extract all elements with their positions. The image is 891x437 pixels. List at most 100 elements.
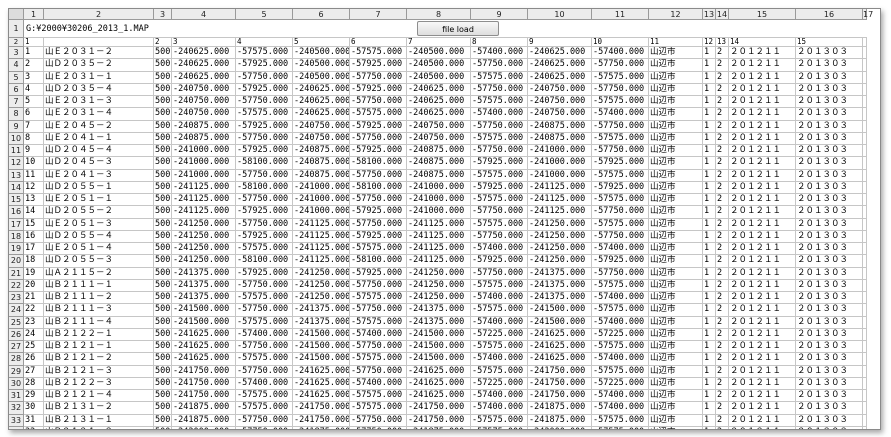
table-cell[interactable]: 9 — [24, 145, 44, 158]
table-cell[interactable]: -57750.000 — [471, 59, 528, 72]
table-cell[interactable]: 1 — [703, 377, 716, 390]
table-cell[interactable]: -240875.000 — [528, 132, 592, 145]
table-cell[interactable]: 山辺市 — [649, 145, 703, 158]
table-cell[interactable]: 500 — [154, 390, 172, 403]
table-cell[interactable]: -57750.000 — [471, 230, 528, 243]
table-cell[interactable]: -57575.000 — [592, 414, 649, 427]
table-cell[interactable]: 1 — [703, 59, 716, 72]
table-cell[interactable]: 山Ｂ２１１１－３ — [44, 304, 154, 317]
table-cell[interactable]: 山辺市 — [649, 194, 703, 207]
table-cell[interactable]: -240625.000 — [407, 108, 471, 121]
empty-cell[interactable] — [863, 255, 867, 268]
table-cell[interactable]: 山Ｅ２０３１－２ — [44, 47, 154, 60]
table-cell[interactable]: 山Ｅ２０５１－１ — [44, 194, 154, 207]
table-cell[interactable]: -240625.000 — [172, 71, 236, 84]
table-cell[interactable]: 500 — [154, 181, 172, 194]
row-header[interactable]: 6 — [9, 83, 24, 96]
table-cell[interactable]: -240750.000 — [172, 96, 236, 109]
row-header[interactable]: 24 — [9, 304, 24, 317]
empty-cell[interactable] — [863, 96, 867, 109]
table-cell[interactable]: 2 — [716, 206, 729, 219]
table-cell[interactable]: 500 — [154, 377, 172, 390]
table-cell[interactable]: -57575.000 — [236, 390, 293, 403]
table-cell[interactable]: 500 — [154, 218, 172, 231]
table-cell[interactable]: -57750.000 — [350, 169, 407, 182]
empty-cell[interactable] — [863, 292, 867, 305]
table-cell[interactable]: -241375.000 — [293, 316, 350, 329]
table-cell[interactable]: -241500.000 — [172, 316, 236, 329]
row-header[interactable]: 1 — [9, 20, 24, 38]
table-cell[interactable]: -57750.000 — [471, 206, 528, 219]
table-cell[interactable]: -240625.000 — [528, 47, 592, 60]
table-cell[interactable]: 2 — [716, 96, 729, 109]
table-cell[interactable]: -241500.000 — [293, 328, 350, 341]
table-cell[interactable]: -57925.000 — [350, 267, 407, 280]
table-cell[interactable]: 500 — [154, 59, 172, 72]
table-cell[interactable]: 23 — [24, 316, 44, 329]
table-cell[interactable]: -241250.000 — [407, 292, 471, 305]
table-cell[interactable]: -241500.000 — [293, 353, 350, 366]
empty-cell[interactable] — [863, 132, 867, 145]
table-cell[interactable]: 500 — [154, 341, 172, 354]
table-cell[interactable]: -57575.000 — [592, 304, 649, 317]
row-header[interactable]: 14 — [9, 181, 24, 194]
table-cell[interactable]: 15 — [24, 218, 44, 231]
column-header[interactable]: 13 — [703, 9, 716, 20]
row-header[interactable]: 30 — [9, 377, 24, 390]
table-cell[interactable]: 山Ｅ２０４１－３ — [44, 169, 154, 182]
row-header[interactable]: 12 — [9, 157, 24, 170]
table-cell[interactable]: ２０１２１１ — [729, 267, 796, 280]
table-cell[interactable]: 2 — [716, 414, 729, 427]
table-cell[interactable]: 500 — [154, 353, 172, 366]
empty-cell[interactable] — [863, 304, 867, 317]
table-cell[interactable]: ２０１３０３ — [796, 71, 863, 84]
table-cell[interactable]: 1 — [703, 304, 716, 317]
table-cell[interactable]: -240625.000 — [172, 47, 236, 60]
table-cell[interactable]: -57225.000 — [592, 377, 649, 390]
table-cell[interactable]: -58100.000 — [350, 157, 407, 170]
table-cell[interactable]: ２０１２１１ — [729, 96, 796, 109]
column-header[interactable]: 12 — [649, 9, 703, 20]
table-cell[interactable]: -240750.000 — [528, 108, 592, 121]
table-cell[interactable]: -57575.000 — [592, 341, 649, 354]
table-cell[interactable]: -57575.000 — [236, 316, 293, 329]
index-cell[interactable]: 3 — [172, 38, 236, 47]
table-cell[interactable]: -241750.000 — [528, 377, 592, 390]
table-cell[interactable]: 2 — [716, 328, 729, 341]
table-cell[interactable]: -57400.000 — [471, 353, 528, 366]
empty-cell[interactable] — [863, 243, 867, 256]
table-cell[interactable]: 8 — [24, 132, 44, 145]
table-cell[interactable]: ２０１３０３ — [796, 426, 863, 429]
table-cell[interactable]: -57575.000 — [471, 304, 528, 317]
empty-cell[interactable] — [863, 169, 867, 182]
row-header[interactable]: 3 — [9, 47, 24, 60]
table-cell[interactable]: -57575.000 — [350, 47, 407, 60]
table-cell[interactable]: 山Ｄ２０４５－３ — [44, 157, 154, 170]
table-cell[interactable]: 500 — [154, 230, 172, 243]
table-cell[interactable]: -241000.000 — [528, 157, 592, 170]
table-cell[interactable]: 2 — [716, 402, 729, 415]
table-cell[interactable]: -241625.000 — [407, 390, 471, 403]
table-cell[interactable]: -57575.000 — [471, 132, 528, 145]
table-cell[interactable]: -240625.000 — [407, 83, 471, 96]
table-cell[interactable]: ２０１３０３ — [796, 390, 863, 403]
table-cell[interactable]: -57400.000 — [592, 402, 649, 415]
table-cell[interactable]: -57925.000 — [592, 157, 649, 170]
table-cell[interactable]: ２０１３０３ — [796, 292, 863, 305]
table-cell[interactable]: -57575.000 — [350, 402, 407, 415]
table-cell[interactable]: -58100.000 — [350, 255, 407, 268]
table-cell[interactable]: -57400.000 — [471, 390, 528, 403]
table-cell[interactable]: 山Ｄ２０５５－３ — [44, 255, 154, 268]
table-cell[interactable]: -57400.000 — [592, 390, 649, 403]
table-cell[interactable]: -57750.000 — [350, 132, 407, 145]
table-cell[interactable]: -57750.000 — [471, 120, 528, 133]
column-header[interactable]: 4 — [172, 9, 236, 20]
column-header[interactable]: 5 — [236, 9, 293, 20]
table-cell[interactable]: 山Ｄ２０４５－４ — [44, 145, 154, 158]
table-cell[interactable]: -241500.000 — [407, 341, 471, 354]
table-cell[interactable]: 500 — [154, 328, 172, 341]
table-cell[interactable]: -57750.000 — [471, 267, 528, 280]
table-cell[interactable]: 山Ｅ２０４５－２ — [44, 120, 154, 133]
table-cell[interactable]: -241875.000 — [172, 414, 236, 427]
table-cell[interactable]: -241750.000 — [528, 390, 592, 403]
